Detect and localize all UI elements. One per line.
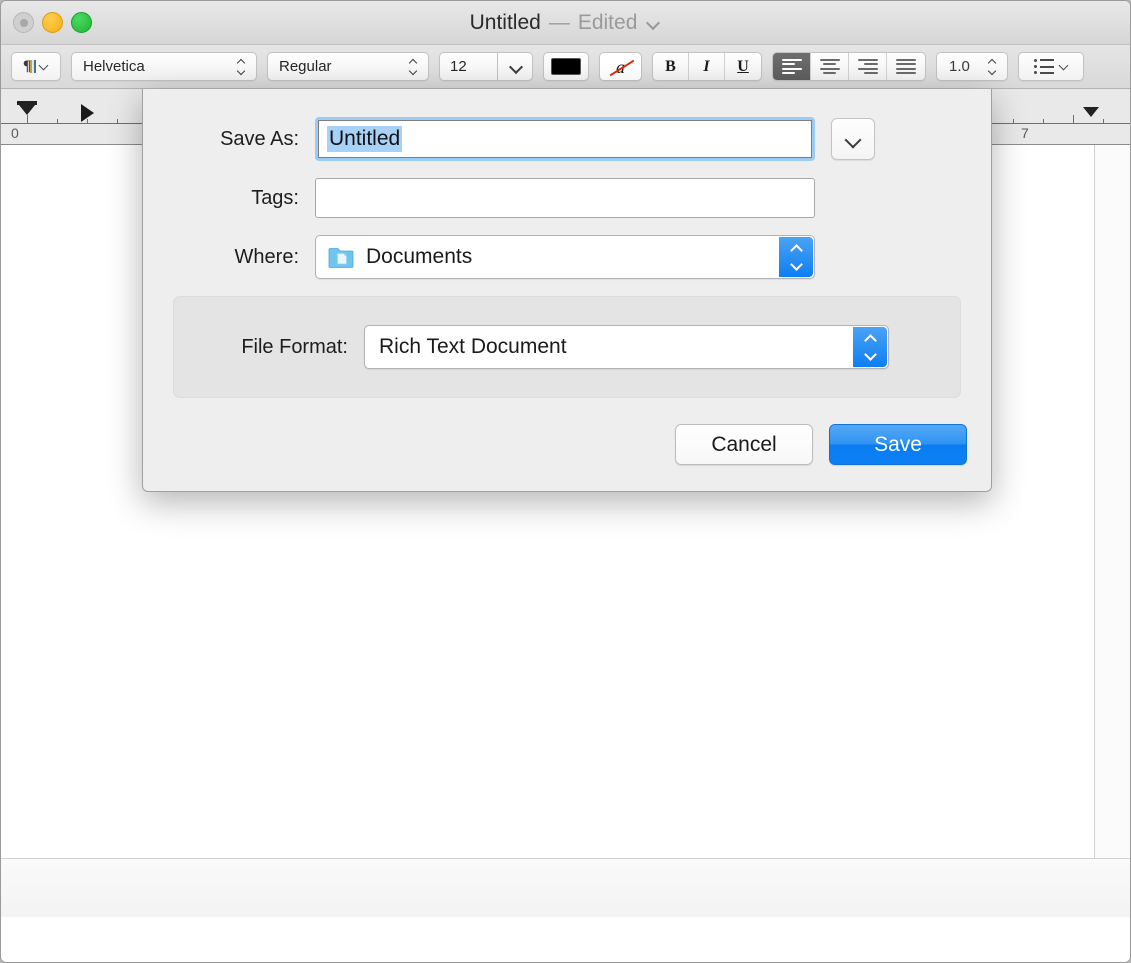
filename-value: Untitled <box>327 126 403 152</box>
status-bar <box>1 859 1130 917</box>
chevron-down-icon <box>1060 62 1069 71</box>
alignment-group <box>772 52 926 81</box>
save-as-label: Save As: <box>220 127 299 150</box>
tags-label: Tags: <box>251 186 299 209</box>
where-select[interactable]: Documents <box>315 235 815 279</box>
bullet-list-icon <box>1033 59 1054 74</box>
align-justify-button[interactable] <box>887 53 925 80</box>
pilcrow-icon: ¶ <box>23 59 37 74</box>
where-label: Where: <box>234 245 299 268</box>
file-format-label: File Format: <box>241 335 348 358</box>
line-spacing-select[interactable]: 1.0 <box>936 52 1008 81</box>
file-format-row: File Format: Rich Text Document <box>174 325 960 369</box>
filename-input[interactable]: Untitled <box>315 117 815 161</box>
align-center-icon <box>819 59 840 74</box>
close-button[interactable] <box>13 12 34 33</box>
zoom-button[interactable] <box>71 12 92 33</box>
file-format-panel: File Format: Rich Text Document <box>173 296 961 398</box>
ruler-number-7: 7 <box>1021 125 1029 141</box>
list-style-button[interactable] <box>1018 52 1084 81</box>
font-style-select[interactable]: Regular <box>267 52 429 81</box>
left-indent-marker[interactable] <box>19 105 35 115</box>
italic-button[interactable]: I <box>689 53 725 80</box>
align-right-button[interactable] <box>849 53 887 80</box>
bold-button[interactable]: B <box>653 53 689 80</box>
right-indent-marker[interactable] <box>1083 107 1099 117</box>
up-down-stepper-icon[interactable] <box>779 237 813 277</box>
save-as-row: Save As: Untitled <box>143 117 991 161</box>
align-left-button[interactable] <box>773 53 811 80</box>
up-down-stepper-icon <box>236 58 247 75</box>
chevron-down-icon <box>509 62 522 71</box>
dialog-buttons: Cancel Save <box>143 398 991 491</box>
tags-input[interactable] <box>315 178 815 218</box>
font-size-value: 12 <box>450 58 467 75</box>
vertical-scrollbar[interactable] <box>1095 145 1130 858</box>
save-dialog: Save As: Untitled Tags: Where: Documents… <box>142 89 992 492</box>
expand-browser-button[interactable] <box>831 118 875 160</box>
tags-row: Tags: <box>143 178 991 218</box>
formatting-toolbar: ¶ Helvetica Regular 12 B I U 1.0 <box>1 45 1130 89</box>
font-size-dropdown-button[interactable] <box>497 52 533 81</box>
align-justify-icon <box>896 59 916 74</box>
chevron-down-icon[interactable] <box>647 16 661 30</box>
chevron-down-icon <box>845 134 861 145</box>
window-title: Untitled — Edited <box>1 1 1130 45</box>
text-style-group: B I U <box>652 52 762 81</box>
paragraph-style-popup[interactable]: ¶ <box>11 52 61 81</box>
font-family-value: Helvetica <box>83 58 145 75</box>
window-controls <box>13 12 92 33</box>
document-title: Untitled <box>469 11 541 34</box>
up-down-stepper-icon[interactable] <box>853 327 887 367</box>
file-format-select[interactable]: Rich Text Document <box>364 325 889 369</box>
font-style-value: Regular <box>279 58 332 75</box>
text-color-swatch-button[interactable] <box>543 52 589 81</box>
save-button[interactable]: Save <box>829 424 967 465</box>
font-size-control: 12 <box>439 52 533 81</box>
cancel-button[interactable]: Cancel <box>675 424 813 465</box>
title-separator: — <box>548 11 570 34</box>
font-size-input[interactable]: 12 <box>439 52 497 81</box>
align-center-button[interactable] <box>811 53 849 80</box>
line-spacing-value: 1.0 <box>949 58 970 75</box>
chevron-down-icon <box>40 62 49 71</box>
align-left-icon <box>781 59 802 74</box>
up-down-stepper-icon <box>408 58 419 75</box>
where-value: Documents <box>366 245 473 268</box>
textedit-window: Untitled — Edited ¶ Helvetica Regular 12… <box>0 0 1131 963</box>
align-right-icon <box>857 59 878 74</box>
up-down-stepper-icon <box>987 58 998 75</box>
documents-folder-icon <box>328 247 354 268</box>
highlight-color-button[interactable]: a <box>599 52 642 81</box>
edited-status: Edited <box>577 11 638 34</box>
color-swatch <box>551 58 581 75</box>
minimize-button[interactable] <box>42 12 63 33</box>
title-bar: Untitled — Edited <box>1 1 1130 45</box>
font-family-select[interactable]: Helvetica <box>71 52 257 81</box>
ruler-number-0: 0 <box>11 125 19 141</box>
where-row: Where: Documents <box>143 235 991 279</box>
file-format-value: Rich Text Document <box>379 335 567 358</box>
underline-button[interactable]: U <box>725 53 761 80</box>
